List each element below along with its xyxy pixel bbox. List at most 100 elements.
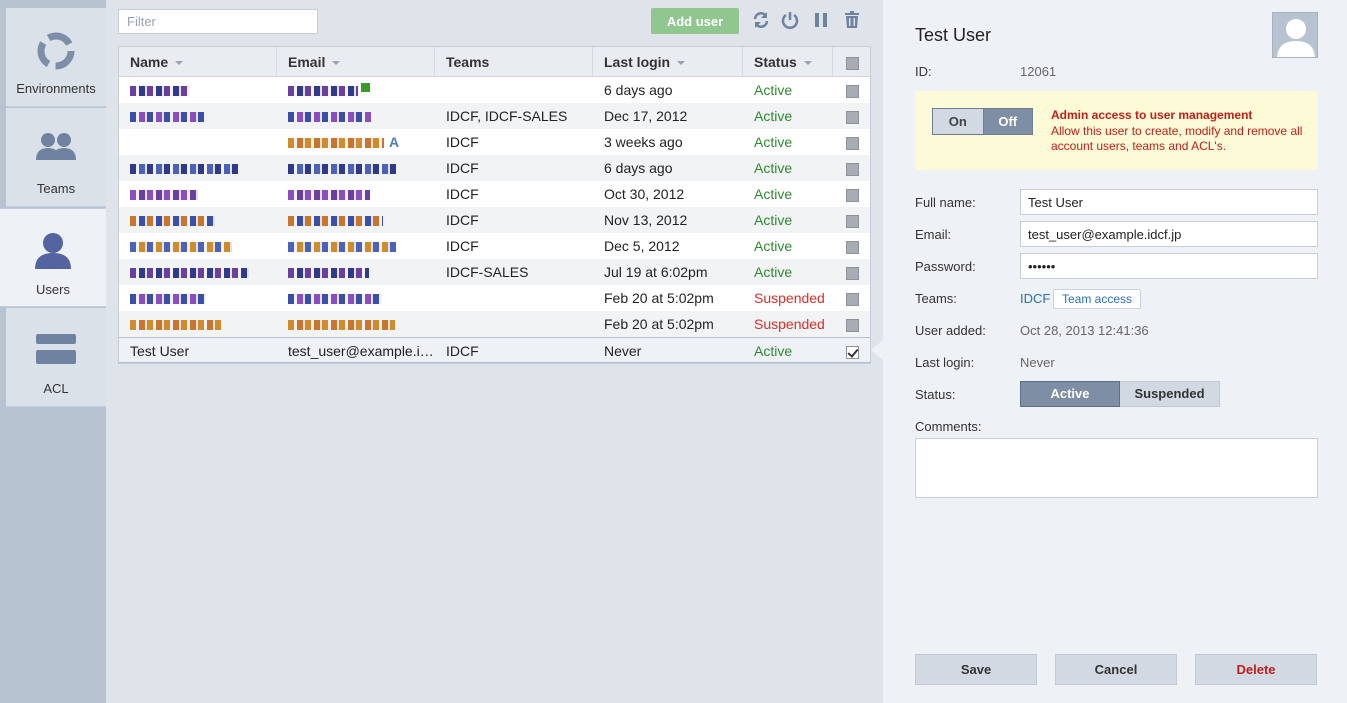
admin-access-title: Admin access to user management: [1051, 108, 1253, 122]
cancel-button[interactable]: Cancel: [1055, 654, 1177, 685]
table-row[interactable]: IDCF-SALES Jul 19 at 6:02pm Active: [119, 259, 870, 285]
redacted-text: [130, 164, 241, 175]
pause-button[interactable]: [811, 10, 831, 30]
col-select-all[interactable]: [833, 47, 871, 77]
cell-select: [833, 103, 871, 129]
row-checkbox[interactable]: [845, 136, 859, 150]
pause-icon: [815, 13, 827, 27]
cell-status: Active: [754, 82, 793, 98]
col-name[interactable]: Name: [119, 47, 277, 77]
table-row[interactable]: IDCF Oct 30, 2012 Active: [119, 181, 870, 207]
admin-access-box: On Off Admin access to user management A…: [915, 91, 1318, 170]
admin-marker-icon: A: [389, 134, 400, 150]
delete-button[interactable]: Delete: [1195, 654, 1317, 685]
redacted-text: [130, 268, 249, 279]
redacted-text: [288, 242, 396, 253]
full-name-label: Full name:: [915, 195, 976, 210]
table-row[interactable]: IDCF 6 days ago Active: [119, 155, 870, 181]
cell-email: [277, 77, 435, 103]
cell-last-login: Nov 13, 2012: [604, 212, 688, 228]
user-title: Test User: [915, 25, 992, 45]
col-last-login[interactable]: Last login: [593, 47, 743, 77]
power-button[interactable]: [780, 10, 800, 30]
row-checkbox[interactable]: [845, 162, 859, 176]
admin-off-button[interactable]: Off: [982, 109, 1032, 134]
redacted-text: [288, 86, 358, 97]
col-teams[interactable]: Teams: [435, 47, 593, 77]
col-name-label: Name: [130, 54, 169, 70]
full-name-field[interactable]: [1020, 189, 1318, 215]
table-row[interactable]: Test User test_user@example.idcf.jp IDCF Ne…: [119, 337, 870, 363]
cell-email: test_user@example.idcf.jp: [288, 343, 435, 359]
sort-icon: [332, 61, 341, 66]
user-added-label: User added:: [915, 323, 986, 338]
row-checkbox[interactable]: [845, 84, 859, 98]
col-status-label: Status: [754, 54, 797, 70]
cell-select: [833, 155, 871, 181]
row-checkbox[interactable]: [845, 188, 859, 202]
team-link-idcf[interactable]: IDCF: [1020, 291, 1050, 306]
admin-toggle[interactable]: On Off: [932, 108, 1033, 135]
table-row[interactable]: 6 days ago Active: [119, 77, 870, 103]
cell-name: [119, 311, 277, 337]
redacted-text: [288, 112, 371, 123]
table-row[interactable]: Feb 20 at 5:02pm Suspended: [119, 285, 870, 311]
users-icon: [35, 233, 71, 269]
table-row[interactable]: Feb 20 at 5:02pm Suspended: [119, 311, 870, 337]
admin-on-button[interactable]: On: [933, 109, 983, 134]
save-button[interactable]: Save: [915, 654, 1037, 685]
avatar[interactable]: [1272, 12, 1318, 58]
row-checkbox[interactable]: [845, 345, 859, 359]
status-suspended-button[interactable]: Suspended: [1120, 381, 1220, 407]
cell-select: [833, 285, 871, 311]
delete-tool-button[interactable]: [842, 10, 862, 30]
refresh-button[interactable]: [751, 10, 771, 30]
row-checkbox[interactable]: [845, 292, 859, 306]
table-row[interactable]: IDCF, IDCF-SALES Dec 17, 2012 Active: [119, 103, 870, 129]
user-avatar-icon: [1277, 19, 1315, 57]
selection-pointer: [871, 340, 883, 360]
col-email[interactable]: Email: [277, 47, 435, 77]
cell-status: Active: [754, 134, 793, 150]
table-row[interactable]: IDCF Nov 13, 2012 Active: [119, 207, 870, 233]
row-checkbox[interactable]: [845, 110, 859, 124]
team-access-button[interactable]: Team access: [1053, 289, 1142, 309]
cell-email: [277, 155, 435, 181]
email-field[interactable]: [1020, 221, 1318, 247]
cell-name: [119, 207, 277, 233]
nav-users[interactable]: Users: [0, 208, 106, 307]
add-user-button[interactable]: Add user: [651, 8, 739, 34]
status-active-button[interactable]: Active: [1020, 381, 1120, 407]
cell-select: [833, 338, 871, 364]
filter-input[interactable]: [118, 9, 318, 34]
redacted-text: [288, 138, 384, 149]
cell-status: Suspended: [754, 290, 825, 306]
cell-name: [119, 129, 277, 155]
refresh-icon: [753, 12, 769, 28]
sort-icon: [175, 61, 184, 66]
cell-email: [277, 259, 435, 285]
nav-environments[interactable]: Environments: [6, 8, 106, 107]
redacted-text: [130, 320, 223, 331]
cell-status: Active: [754, 108, 793, 124]
cell-last-login: Dec 17, 2012: [604, 108, 688, 124]
nav-acl[interactable]: ACL: [6, 308, 106, 407]
select-all-checkbox[interactable]: [845, 56, 859, 70]
status-toggle[interactable]: Active Suspended: [1020, 381, 1220, 407]
cell-status: Active: [754, 160, 793, 176]
row-checkbox[interactable]: [845, 214, 859, 228]
table-row[interactable]: A IDCF 3 weeks ago Active: [119, 129, 870, 155]
last-login-label: Last login:: [915, 355, 975, 370]
user-added-value: Oct 28, 2013 12:41:36: [1020, 323, 1149, 338]
row-checkbox[interactable]: [845, 240, 859, 254]
nav-teams[interactable]: Teams: [6, 108, 106, 207]
nav-acl-label: ACL: [43, 381, 69, 396]
cell-email: [277, 311, 435, 337]
password-field[interactable]: [1020, 253, 1318, 279]
row-checkbox[interactable]: [845, 318, 859, 332]
col-status[interactable]: Status: [743, 47, 833, 77]
row-checkbox[interactable]: [845, 266, 859, 280]
table-row[interactable]: IDCF Dec 5, 2012 Active: [119, 233, 870, 259]
comments-field[interactable]: [915, 438, 1318, 498]
user-details-panel: Test User ID: 12061 On Off Admin access …: [871, 0, 1347, 703]
